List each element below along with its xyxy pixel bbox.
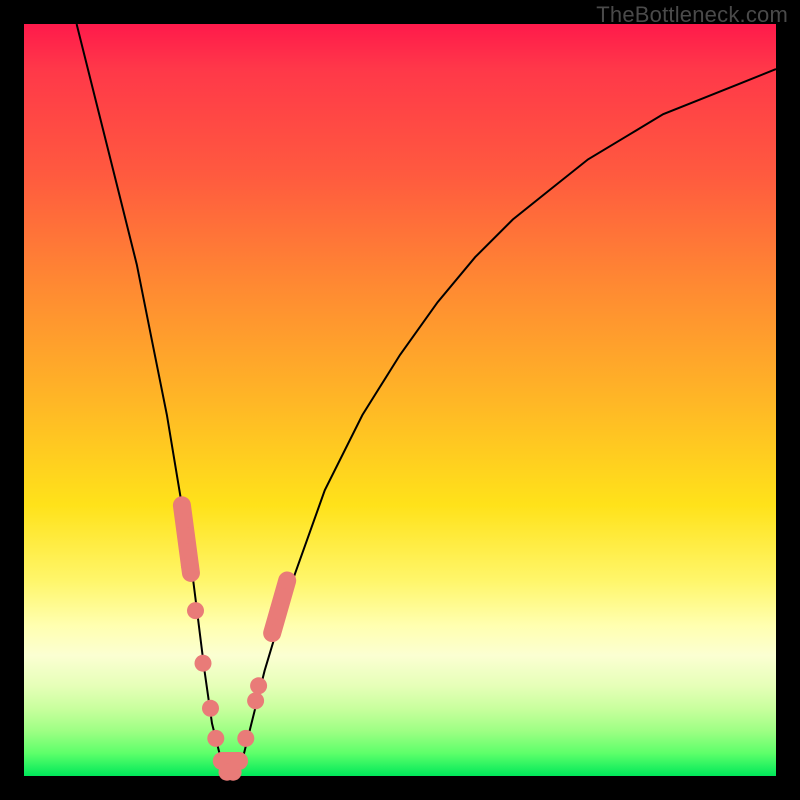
- marker-points: [173, 497, 295, 781]
- marker-point: [250, 677, 267, 694]
- marker-point: [207, 730, 224, 747]
- marker-point: [195, 655, 212, 672]
- marker-point: [177, 527, 194, 544]
- marker-point: [231, 753, 248, 770]
- chart-frame: TheBottleneck.com: [0, 0, 800, 800]
- marker-point: [270, 602, 287, 619]
- marker-point: [274, 587, 291, 604]
- marker-point: [247, 692, 264, 709]
- curve-svg: [24, 24, 776, 776]
- watermark-text: TheBottleneck.com: [596, 2, 788, 28]
- marker-point: [279, 572, 296, 589]
- marker-point: [264, 625, 281, 642]
- marker-point: [202, 700, 219, 717]
- bottleneck-curve: [77, 24, 776, 776]
- marker-point: [237, 730, 254, 747]
- marker-point: [187, 602, 204, 619]
- plot-area: [24, 24, 776, 776]
- marker-point: [181, 557, 198, 574]
- marker-point: [173, 497, 190, 514]
